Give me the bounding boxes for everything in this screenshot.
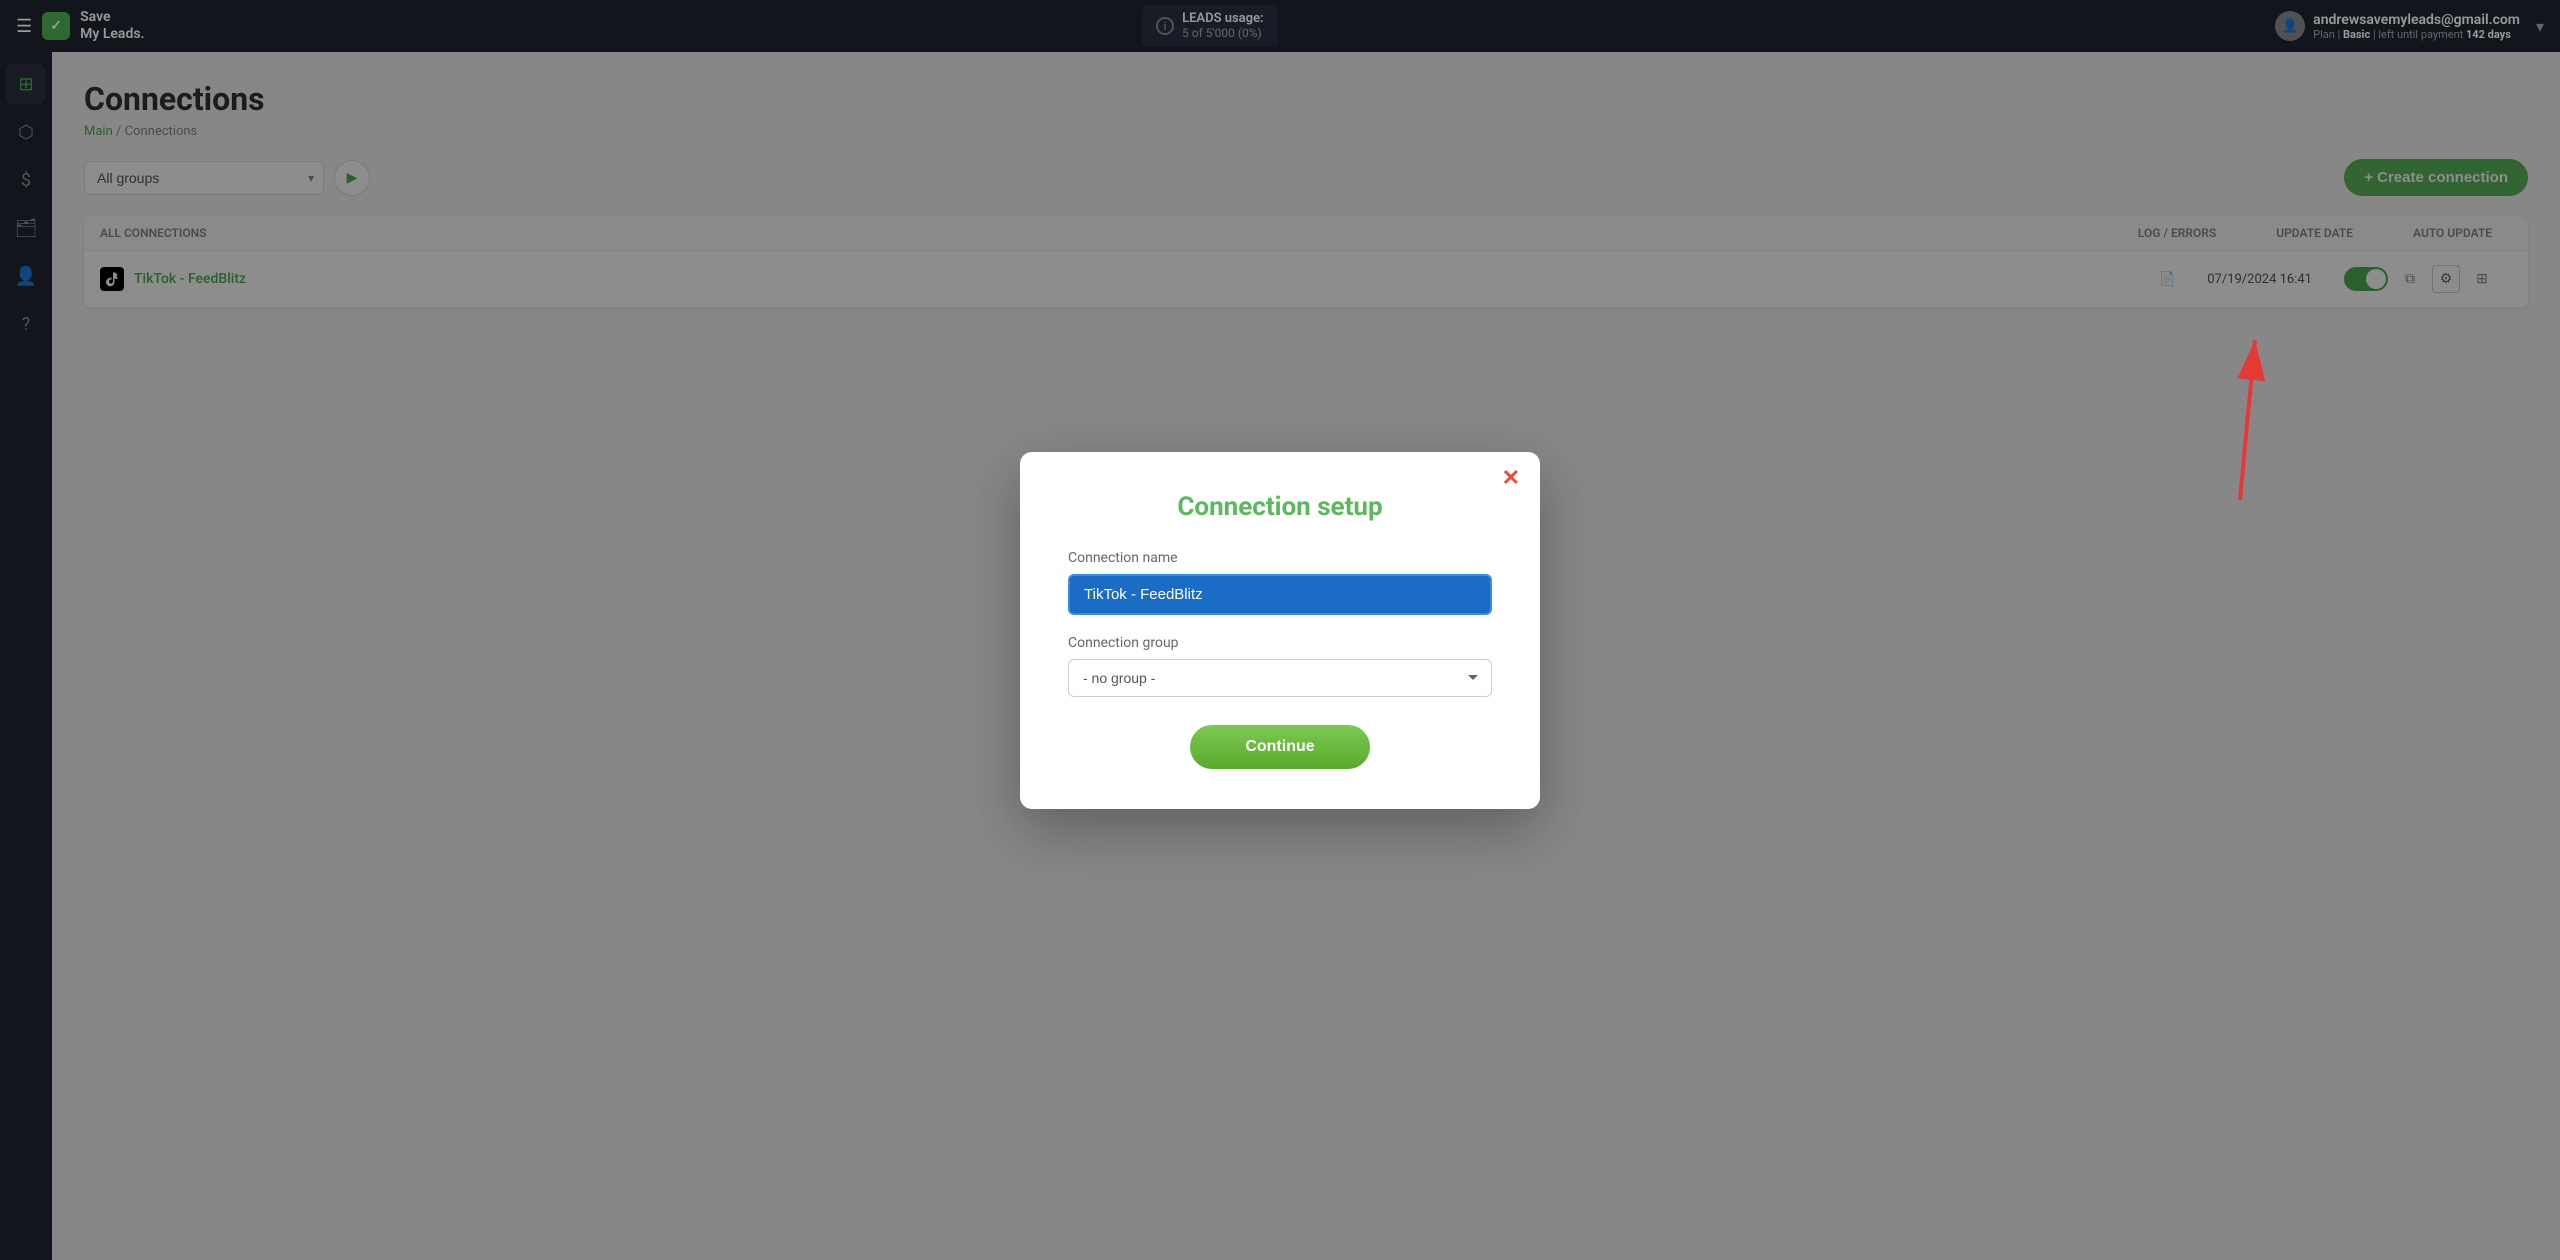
connection-group-wrapper: - no group - xyxy=(1068,659,1492,697)
connection-name-label: Connection name xyxy=(1068,550,1492,566)
modal-overlay: ✕ Connection setup Connection name Conne… xyxy=(0,0,2560,1260)
connection-group-label: Connection group xyxy=(1068,635,1492,651)
continue-button[interactable]: Continue xyxy=(1190,725,1370,769)
connection-setup-modal: ✕ Connection setup Connection name Conne… xyxy=(1020,452,1540,809)
modal-close-button[interactable]: ✕ xyxy=(1502,468,1520,490)
connection-group-group: Connection group - no group - xyxy=(1068,635,1492,697)
red-arrow xyxy=(2160,320,2280,524)
modal-title: Connection setup xyxy=(1068,492,1492,522)
connection-group-select[interactable]: - no group - xyxy=(1068,659,1492,697)
connection-name-input[interactable] xyxy=(1068,574,1492,615)
connection-name-group: Connection name xyxy=(1068,550,1492,615)
